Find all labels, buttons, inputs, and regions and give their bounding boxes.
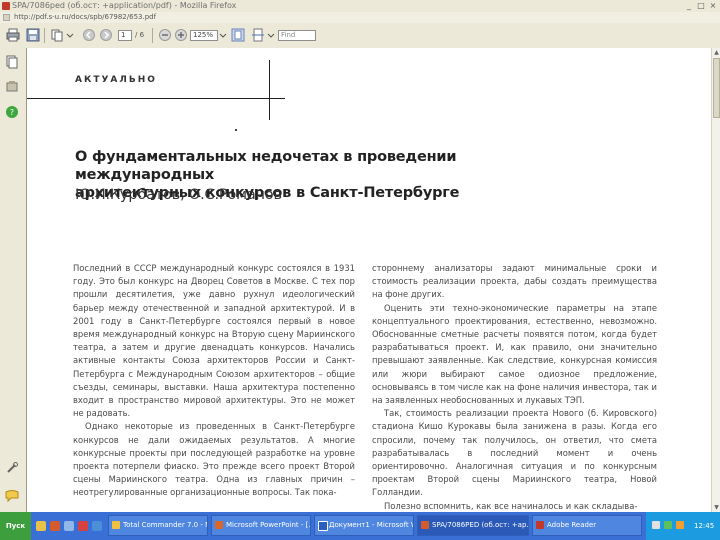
- paragraph: стороннему анализаторы задают минимальны…: [372, 263, 657, 300]
- tools-icon[interactable]: [5, 460, 19, 474]
- minimize-button[interactable]: _: [684, 1, 694, 10]
- svg-text:?: ?: [10, 108, 14, 117]
- pdf-document-page[interactable]: АКТУАЛЬНО О фундаментальных недочетах в …: [27, 48, 711, 512]
- chevron-down-icon[interactable]: [267, 28, 275, 42]
- taskbar-item-label: Microsoft PowerPoint - [...: [226, 521, 311, 529]
- text-column-left: Последний в СССР международный конкурс с…: [73, 262, 355, 500]
- chevron-down-icon[interactable]: [66, 28, 74, 42]
- taskbar-item[interactable]: Total Commander 7.0 - Natal...: [108, 515, 208, 536]
- start-button[interactable]: Пуск: [0, 512, 31, 540]
- scrollbar-thumb[interactable]: [713, 58, 720, 118]
- language-icon[interactable]: [652, 521, 660, 529]
- article-title-line: О фундаментальных недочетах в проведении…: [75, 149, 457, 183]
- pages-icon[interactable]: [50, 28, 64, 42]
- zoom-in-icon[interactable]: [174, 28, 188, 42]
- fit-page-icon[interactable]: [231, 28, 245, 42]
- decorative-dot: [235, 129, 237, 131]
- taskbar-item[interactable]: Adobe Reader: [532, 515, 642, 536]
- maximize-button[interactable]: □: [696, 1, 706, 10]
- taskbar-item-label: Total Commander 7.0 - Natal...: [123, 521, 207, 529]
- toolbar-separator: [152, 28, 153, 43]
- article-authors: Ю.И.Курбатов, О.С.Романов: [75, 187, 282, 203]
- taskbar-item-label: SPA/7086PED (об.ост: +ap...: [432, 521, 529, 529]
- volume-icon[interactable]: [676, 521, 684, 529]
- save-icon[interactable]: [26, 28, 40, 42]
- url-text[interactable]: http://pdf.s-u.ru/docs/spb/67982/653.pdf: [14, 12, 156, 23]
- paragraph: Полезно вспомнить, как все начиналось и …: [384, 500, 638, 511]
- page-total: / 6: [135, 31, 145, 39]
- window-title: SPA/7086ped (об.ост: +application/pdf) -…: [12, 1, 237, 10]
- adobe-reader-icon: [536, 521, 544, 529]
- section-label: АКТУАЛЬНО: [75, 75, 157, 85]
- horizontal-rule: [27, 98, 285, 99]
- navigation-panel: ?: [0, 48, 27, 512]
- quicklaunch-folder-icon[interactable]: [36, 521, 46, 531]
- windows-taskbar: Пуск Total Commander 7.0 - Natal... Micr…: [0, 512, 720, 540]
- vertical-scrollbar[interactable]: ▲ ▼: [711, 48, 720, 512]
- scroll-down-icon[interactable]: ▼: [712, 503, 720, 512]
- quicklaunch-app-icon[interactable]: [78, 521, 88, 531]
- paragraph: Однако некоторые из проведенных в Санкт-…: [73, 421, 355, 498]
- vertical-rule: [269, 60, 270, 120]
- quicklaunch-ie-icon[interactable]: [92, 521, 102, 531]
- paragraph: Оценить эти техно-экономические параметр…: [372, 302, 657, 406]
- quicklaunch-desktop-icon[interactable]: [64, 521, 74, 531]
- next-page-icon[interactable]: [99, 28, 113, 42]
- taskbar-item[interactable]: Microsoft PowerPoint - [...: [211, 515, 311, 536]
- word-icon: [318, 521, 328, 531]
- close-button[interactable]: ×: [708, 1, 718, 10]
- page-number-input[interactable]: 1: [118, 30, 132, 41]
- scroll-up-icon[interactable]: ▲: [712, 48, 720, 57]
- taskbar-item[interactable]: Документ1 - Microsoft Word: [314, 515, 414, 536]
- network-icon[interactable]: [664, 521, 672, 529]
- zoom-out-icon[interactable]: [158, 28, 172, 42]
- text-column-right: стороннему анализаторы задают минимальны…: [372, 262, 657, 512]
- toolbar-separator: [44, 28, 45, 43]
- paragraph: Последний в СССР международный конкурс с…: [73, 263, 355, 419]
- paragraph: Так, стоимость реализации проекта Нового…: [372, 408, 657, 498]
- total-commander-icon: [112, 521, 120, 529]
- print-icon[interactable]: [6, 28, 20, 42]
- firefox-icon: [421, 521, 429, 529]
- taskbar-item-label: Adobe Reader: [547, 521, 597, 529]
- pdf-toolbar: 1 / 6 125% Find: [0, 23, 720, 49]
- zoom-select[interactable]: 125%: [190, 30, 218, 41]
- help-icon[interactable]: ?: [5, 104, 19, 118]
- clock[interactable]: 12:45: [694, 512, 714, 540]
- comment-icon[interactable]: [5, 488, 19, 503]
- taskbar-item-label: Документ1 - Microsoft Word: [329, 521, 413, 529]
- attachments-icon[interactable]: [5, 79, 19, 93]
- system-tray: 12:45: [646, 512, 720, 540]
- powerpoint-icon: [215, 521, 223, 529]
- quicklaunch-firefox-icon[interactable]: [50, 521, 60, 531]
- firefox-icon: [2, 2, 10, 10]
- previous-page-icon[interactable]: [82, 28, 96, 42]
- pages-panel-icon[interactable]: [5, 54, 19, 69]
- page-icon: [3, 14, 10, 21]
- taskbar-item-active[interactable]: SPA/7086PED (об.ост: +ap...: [417, 515, 529, 536]
- search-input[interactable]: Find: [278, 30, 316, 41]
- chevron-down-icon[interactable]: [219, 28, 227, 42]
- fit-width-icon[interactable]: [251, 28, 265, 42]
